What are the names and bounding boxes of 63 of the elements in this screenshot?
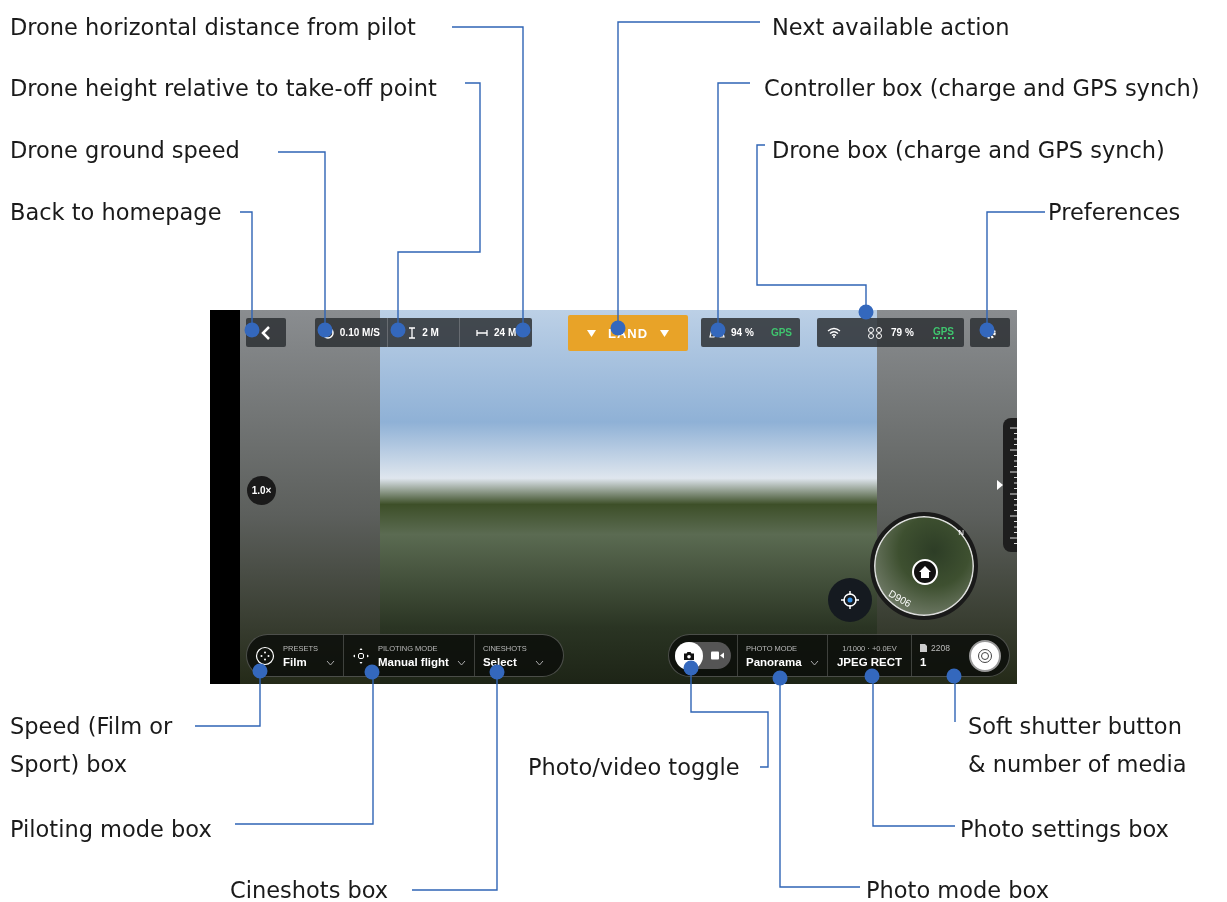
chevron-down-icon [456, 660, 466, 666]
callout-dot [683, 660, 699, 676]
pointer-icon [997, 480, 1003, 490]
caret-icon [586, 329, 596, 337]
caret-icon [660, 329, 670, 337]
north-label: N [958, 528, 964, 537]
callout-label: Soft shutter button & number of media [968, 712, 1188, 779]
camera-icon [683, 650, 695, 661]
callout-label: Controller box (charge and GPS synch) [764, 74, 1200, 103]
callout-label: Drone height relative to take-off point [10, 74, 437, 103]
callout-label: Back to homepage [10, 198, 222, 227]
callout-dot [252, 663, 268, 679]
height-icon [408, 326, 417, 339]
callout-dot [858, 304, 874, 320]
drone-status-box[interactable]: 79 % GPS [817, 318, 964, 347]
callout-label: Photo mode box [866, 876, 1049, 902]
callout-dot [864, 668, 880, 684]
video-camera-icon [710, 651, 724, 660]
home-icon [918, 565, 932, 579]
chevron-down-icon [810, 660, 819, 666]
drone-battery: 79 % [891, 327, 914, 338]
callout-label: Photo/video toggle [528, 753, 740, 782]
callout-dot [244, 322, 260, 338]
callout-label: Drone horizontal distance from pilot [10, 13, 416, 42]
back-chevron-icon [261, 324, 271, 341]
shutter-icon [977, 647, 993, 664]
callout-dot [390, 322, 406, 338]
callout-dot [515, 322, 531, 338]
callout-dot [946, 668, 962, 684]
callout-label: Next available action [772, 13, 1010, 42]
media-count: 1 [920, 656, 927, 668]
move-arrows-icon [352, 646, 370, 665]
callout-dot [317, 322, 333, 338]
callout-label: Drone box (charge and GPS synch) [772, 136, 1165, 165]
chevron-down-icon [326, 660, 335, 666]
callout-label: Speed (Film or Sport) box [10, 712, 174, 779]
ground-speed: 0.10 M/S [339, 327, 380, 338]
media-remaining: 2208 [931, 643, 950, 653]
chevron-down-icon [534, 660, 544, 666]
drone-height: 2 M [422, 327, 439, 338]
shutter-button[interactable] [969, 639, 1001, 672]
callout-dot [710, 322, 726, 338]
wifi-icon [827, 327, 841, 338]
controller-status-box[interactable]: 94 % GPS [701, 318, 800, 347]
callout-dot [979, 322, 995, 338]
callout-label: Preferences [1048, 198, 1181, 227]
controller-gps: GPS [770, 327, 792, 338]
callout-label: Cineshots box [230, 876, 389, 902]
drone-distance: 24 M [494, 327, 517, 338]
controller-battery: 94 % [731, 327, 754, 338]
memory-card-icon [920, 644, 927, 652]
road-label: D906 [886, 587, 914, 610]
presets-icon [255, 645, 275, 666]
callout-dot [364, 664, 380, 680]
callout-label: Photo settings box [960, 815, 1169, 844]
callout-dot [489, 664, 505, 680]
callout-label: Drone ground speed [10, 136, 240, 165]
distance-icon [476, 328, 489, 337]
target-icon [839, 589, 861, 611]
callout-label: Piloting mode box [10, 815, 212, 844]
drone-gps: GPS [932, 326, 954, 339]
drone-icon [867, 325, 883, 340]
callout-dot [772, 670, 788, 686]
